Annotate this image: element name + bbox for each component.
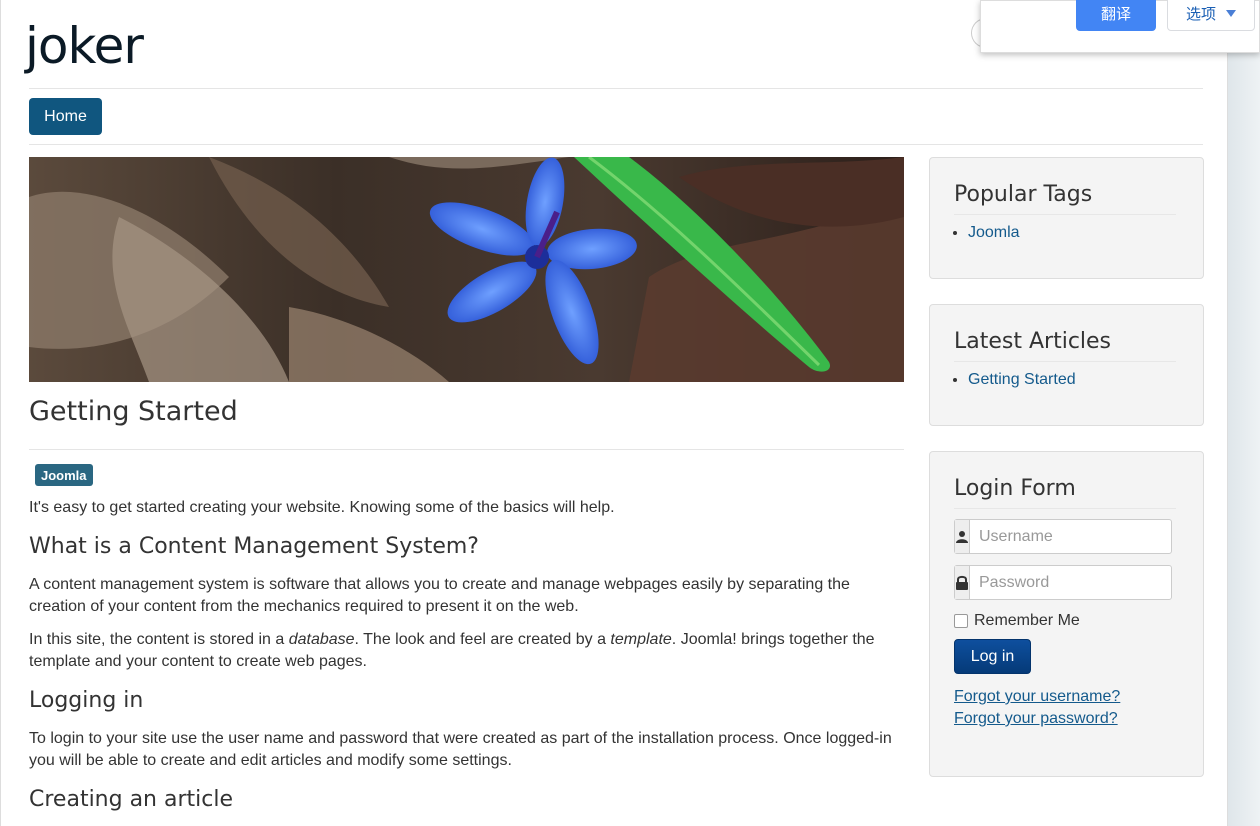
- paragraph-site-text: . The look and feel are created by a: [354, 631, 611, 648]
- heading-logging-in: Logging in: [29, 688, 144, 713]
- latest-articles-module: Latest Articles Getting Started: [929, 304, 1204, 426]
- latest-articles-list: Getting Started: [968, 369, 1076, 391]
- translate-options-button[interactable]: 选项: [1167, 0, 1255, 31]
- remember-me-label[interactable]: Remember Me: [974, 612, 1080, 630]
- translate-options-label: 选项: [1186, 5, 1217, 23]
- page-container: joker Home Getting Started Joomla It's e…: [0, 0, 1228, 826]
- site-title[interactable]: joker: [25, 14, 144, 78]
- article-tag-badge[interactable]: Joomla: [35, 464, 93, 486]
- caret-down-icon: [1226, 9, 1237, 17]
- lock-icon: [955, 566, 970, 599]
- divider: [29, 88, 1203, 89]
- heading-creating-article: Creating an article: [29, 787, 234, 812]
- paragraph-cms: A content management system is software …: [29, 576, 850, 615]
- list-item: Getting Started: [968, 369, 1076, 391]
- password-field: [954, 565, 1186, 600]
- translate-button[interactable]: 翻译: [1076, 0, 1156, 31]
- login-button[interactable]: Log in: [954, 639, 1031, 674]
- popular-tags-module: Popular Tags Joomla: [929, 157, 1204, 279]
- username-input[interactable]: [970, 520, 1186, 553]
- module-title: Latest Articles: [954, 327, 1176, 362]
- paragraph-login: To login to your site use the user name …: [29, 730, 892, 769]
- forgot-username-link[interactable]: Forgot your username?: [954, 686, 1120, 708]
- translate-popup: 翻译 选项: [980, 0, 1260, 53]
- user-icon: [955, 520, 970, 553]
- list-item: Joomla: [968, 222, 1020, 244]
- module-title: Login Form: [954, 474, 1176, 509]
- password-input[interactable]: [970, 566, 1186, 599]
- paragraph-site: In this site, the content is stored in a…: [29, 629, 904, 673]
- forgot-password-link[interactable]: Forgot your password?: [954, 708, 1118, 730]
- article-link-getting-started[interactable]: Getting Started: [968, 371, 1076, 388]
- paragraph-site-text: In this site, the content is stored in a: [29, 631, 289, 648]
- term-template: template: [610, 631, 672, 648]
- username-field: [954, 519, 1186, 554]
- tag-link-joomla[interactable]: Joomla: [968, 224, 1020, 241]
- remember-me: Remember Me: [954, 612, 1080, 630]
- article-title: Getting Started: [29, 396, 238, 427]
- module-title: Popular Tags: [954, 180, 1176, 215]
- popular-tags-list: Joomla: [968, 222, 1020, 244]
- remember-me-checkbox[interactable]: [954, 614, 968, 628]
- divider: [29, 449, 904, 450]
- page-gutter: [1228, 0, 1260, 826]
- nav-home-button[interactable]: Home: [29, 98, 102, 135]
- article-banner-image: [29, 157, 904, 382]
- heading-cms: What is a Content Management System?: [29, 534, 479, 559]
- divider: [29, 144, 1203, 145]
- login-form-module: Login Form Remember Me Log in Forgot you…: [929, 451, 1204, 777]
- article-intro: It's easy to get started creating your w…: [29, 499, 615, 516]
- term-database: database: [288, 631, 355, 648]
